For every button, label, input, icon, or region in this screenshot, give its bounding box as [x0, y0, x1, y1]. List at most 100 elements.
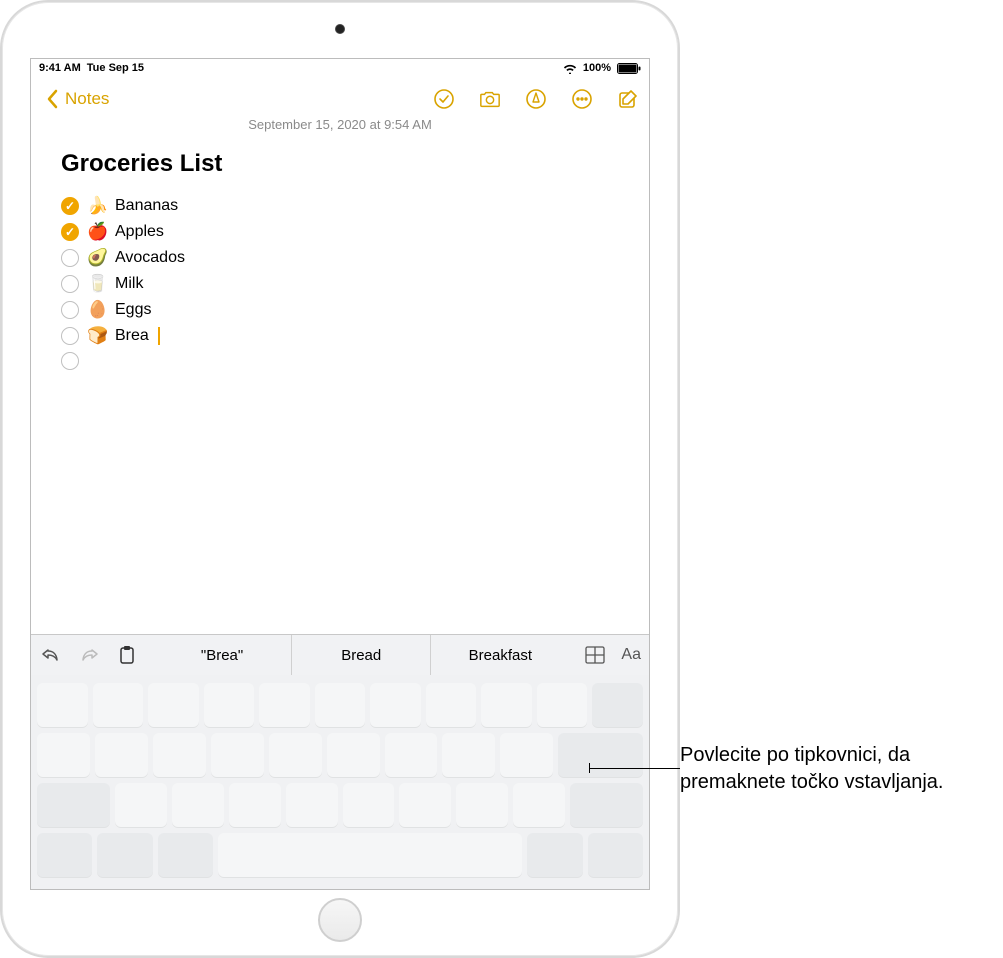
checkbox[interactable]: [61, 301, 79, 319]
text-caret: [158, 327, 160, 345]
key[interactable]: [537, 683, 588, 727]
note-body[interactable]: September 15, 2020 at 9:54 AM Groceries …: [31, 117, 649, 370]
ipad-device-frame: 9:41 AM Tue Sep 15 100% Notes: [0, 0, 680, 958]
key[interactable]: [115, 783, 167, 827]
note-timestamp: September 15, 2020 at 9:54 AM: [61, 117, 619, 132]
key[interactable]: [385, 733, 438, 777]
keyboard-toolbar: "Brea" Bread Breakfast Aa: [31, 635, 649, 675]
status-bar: 9:41 AM Tue Sep 15 100%: [31, 59, 649, 77]
key[interactable]: [204, 683, 255, 727]
checkbox[interactable]: [61, 197, 79, 215]
item-label[interactable]: Brea: [115, 327, 149, 345]
checklist-item[interactable]: 🥛 Milk: [61, 274, 619, 294]
key[interactable]: [286, 783, 338, 827]
callout-leader-line: [590, 768, 680, 769]
key[interactable]: [315, 683, 366, 727]
key[interactable]: [500, 733, 553, 777]
note-title[interactable]: Groceries List: [61, 150, 619, 178]
emoji-key[interactable]: [97, 833, 152, 877]
dismiss-keyboard-key[interactable]: [588, 833, 643, 877]
key[interactable]: [93, 683, 144, 727]
compose-icon[interactable]: [617, 88, 639, 110]
key[interactable]: [399, 783, 451, 827]
item-emoji: 🥚: [87, 300, 107, 320]
key[interactable]: [95, 733, 148, 777]
key[interactable]: [343, 783, 395, 827]
backspace-key[interactable]: [592, 683, 643, 727]
key[interactable]: [37, 683, 88, 727]
key[interactable]: [442, 733, 495, 777]
item-emoji: 🍞: [87, 326, 107, 346]
key[interactable]: [513, 783, 565, 827]
item-emoji: 🥑: [87, 248, 107, 268]
redo-icon[interactable]: [77, 643, 101, 667]
numbers-key[interactable]: [37, 833, 92, 877]
checklist-item[interactable]: 🥚 Eggs: [61, 300, 619, 320]
return-key[interactable]: [558, 733, 643, 777]
checklist-item[interactable]: 🥑 Avocados: [61, 248, 619, 268]
suggestions-bar: "Brea" Bread Breakfast: [153, 635, 569, 675]
wifi-icon: [563, 63, 577, 74]
checklist-item[interactable]: 🍞 Brea: [61, 326, 619, 346]
key[interactable]: [229, 783, 281, 827]
key[interactable]: [37, 733, 90, 777]
key[interactable]: [269, 733, 322, 777]
checklist-item[interactable]: 🍌 Bananas: [61, 196, 619, 216]
key[interactable]: [370, 683, 421, 727]
callout-text: Povlecite po tipkovnici, da premaknete t…: [680, 742, 980, 796]
numbers-key[interactable]: [527, 833, 582, 877]
item-label[interactable]: Avocados: [115, 249, 185, 267]
item-label[interactable]: Milk: [115, 275, 143, 293]
key[interactable]: [259, 683, 310, 727]
key[interactable]: [172, 783, 224, 827]
format-icon[interactable]: Aa: [621, 643, 641, 667]
status-time: 9:41 AM: [39, 62, 81, 74]
item-emoji: 🍎: [87, 222, 107, 242]
checklist-item[interactable]: [61, 352, 619, 370]
checkbox[interactable]: [61, 249, 79, 267]
key[interactable]: [211, 733, 264, 777]
checklist-item[interactable]: 🍎 Apples: [61, 222, 619, 242]
checkbox[interactable]: [61, 223, 79, 241]
back-button[interactable]: Notes: [41, 88, 109, 110]
battery-icon: [617, 63, 641, 74]
key[interactable]: [327, 733, 380, 777]
suggestion-2[interactable]: Bread: [291, 635, 430, 675]
item-label[interactable]: Eggs: [115, 301, 151, 319]
status-date: Tue Sep 15: [87, 62, 144, 74]
space-key[interactable]: [218, 833, 522, 877]
checkbox[interactable]: [61, 275, 79, 293]
key[interactable]: [481, 683, 532, 727]
checklist[interactable]: 🍌 Bananas 🍎 Apples 🥑 Avocados 🥛 Milk 🥚 Eggs 🍞 Brea: [61, 196, 619, 370]
undo-icon[interactable]: [39, 643, 63, 667]
chevron-left-icon: [41, 88, 63, 110]
item-label[interactable]: Apples: [115, 223, 164, 241]
keyboard[interactable]: "Brea" Bread Breakfast Aa: [31, 634, 649, 889]
mic-key[interactable]: [158, 833, 213, 877]
checkbox[interactable]: [61, 352, 79, 370]
item-emoji: 🥛: [87, 274, 107, 294]
key[interactable]: [153, 733, 206, 777]
keyboard-keys[interactable]: [31, 675, 649, 889]
suggestion-1[interactable]: "Brea": [153, 635, 291, 675]
checkbox[interactable]: [61, 327, 79, 345]
front-camera: [335, 24, 345, 34]
key[interactable]: [426, 683, 477, 727]
suggestion-3[interactable]: Breakfast: [430, 635, 569, 675]
more-icon[interactable]: [571, 88, 593, 110]
screen: 9:41 AM Tue Sep 15 100% Notes: [30, 58, 650, 890]
item-label[interactable]: Bananas: [115, 197, 178, 215]
home-button[interactable]: [318, 898, 362, 942]
clipboard-icon[interactable]: [115, 643, 139, 667]
camera-icon[interactable]: [479, 88, 501, 110]
key[interactable]: [148, 683, 199, 727]
markup-icon[interactable]: [525, 88, 547, 110]
back-label: Notes: [65, 89, 109, 109]
shift-key[interactable]: [570, 783, 643, 827]
table-icon[interactable]: [583, 643, 607, 667]
nav-bar: Notes: [31, 77, 649, 121]
item-emoji: 🍌: [87, 196, 107, 216]
shift-key[interactable]: [37, 783, 110, 827]
checklist-icon[interactable]: [433, 88, 455, 110]
key[interactable]: [456, 783, 508, 827]
